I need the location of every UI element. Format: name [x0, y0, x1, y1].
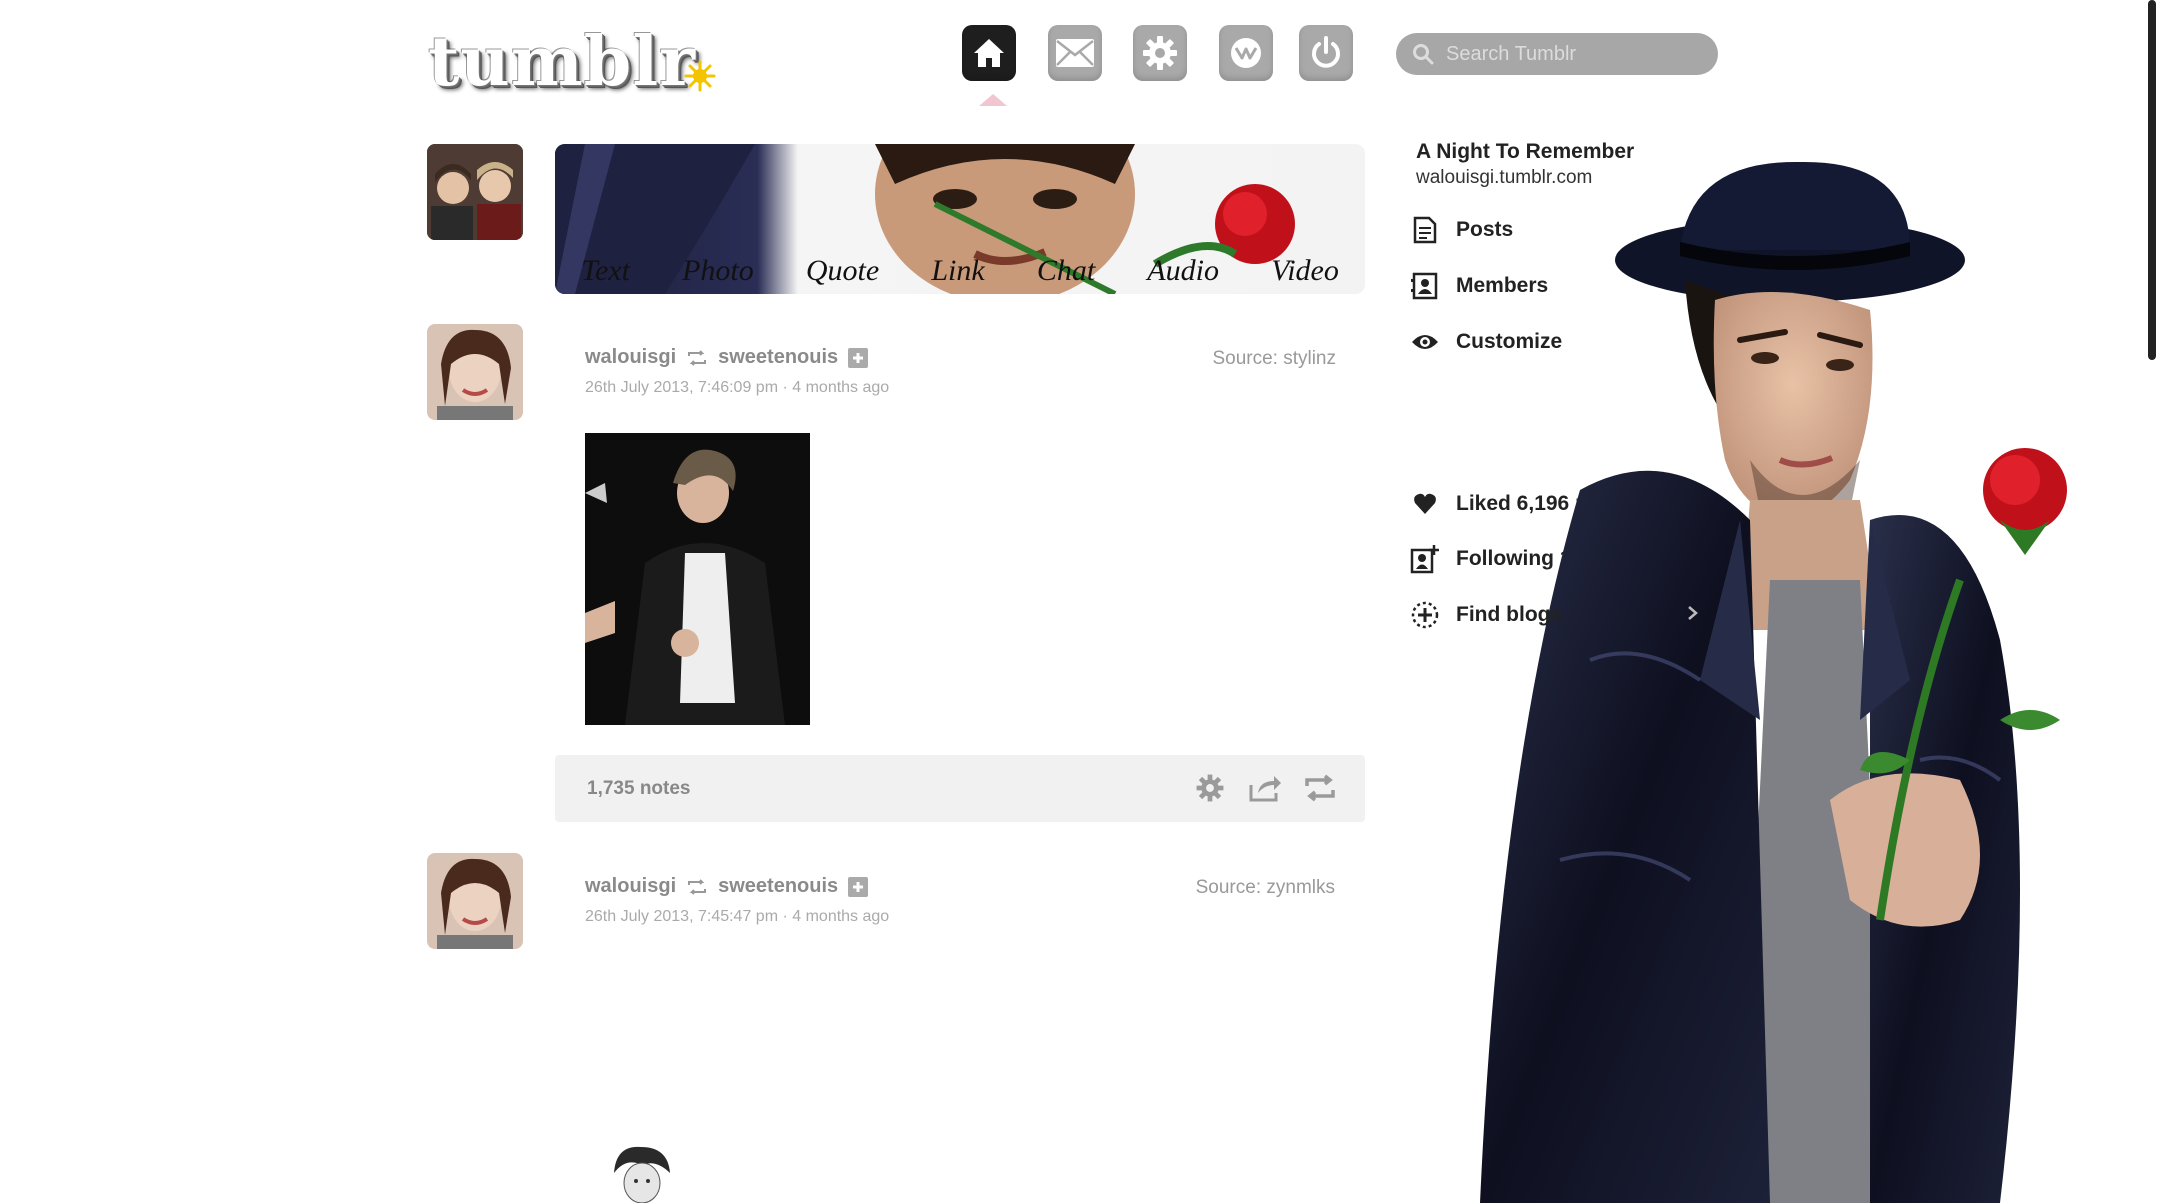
post-source[interactable]: Source: stylinz — [1212, 348, 1336, 370]
home-icon — [974, 39, 1004, 67]
post-type-video[interactable]: Video — [1271, 254, 1339, 288]
post-type-text[interactable]: Text — [581, 254, 630, 288]
background-photo — [1480, 161, 2067, 1203]
post-type-chat[interactable]: Chat — [1037, 254, 1095, 288]
post-type-quote[interactable]: Quote — [806, 254, 879, 288]
post-date[interactable]: 26th July 2013, 7:46:09 pm · 4 months ag… — [585, 379, 889, 397]
post-source[interactable]: Source: zynmlks — [1196, 877, 1335, 899]
sun-icon — [684, 60, 716, 92]
reblog-button[interactable] — [1303, 771, 1337, 805]
avatar-photo — [427, 853, 523, 949]
post-author-avatar[interactable] — [427, 853, 523, 949]
reblogged-from[interactable]: sweetenouis — [718, 346, 838, 369]
add-contact-icon — [1410, 545, 1439, 574]
post-author-avatar[interactable] — [427, 324, 523, 420]
active-nav-indicator — [979, 94, 1007, 106]
compass-icon — [1411, 601, 1439, 629]
home-button[interactable] — [962, 25, 1016, 81]
post-photo-image — [585, 433, 810, 725]
post-photo[interactable] — [585, 433, 810, 725]
post-photo-partial[interactable] — [606, 1143, 676, 1203]
gear-icon — [1143, 36, 1177, 70]
logout-button[interactable] — [1299, 25, 1353, 81]
share-icon — [1249, 776, 1281, 802]
notes-count[interactable]: 1,735 notes — [587, 778, 691, 800]
reblog-icon — [1305, 774, 1335, 802]
reblog-icon — [688, 349, 707, 366]
post-meta: walouisgi sweetenouis — [585, 346, 869, 369]
tumblr-logo[interactable]: tumblr — [428, 22, 696, 102]
reblog-icon — [688, 878, 707, 895]
heart-icon — [1414, 493, 1436, 514]
page-scrollbar[interactable] — [2148, 0, 2156, 360]
search-input[interactable] — [1444, 41, 1708, 67]
avatar-photo — [427, 324, 523, 420]
post-settings-button[interactable] — [1193, 771, 1227, 805]
messages-button[interactable] — [1048, 25, 1102, 81]
post-type-audio[interactable]: Audio — [1147, 254, 1219, 288]
avatar-photo — [427, 144, 523, 240]
post-date[interactable]: 26th July 2013, 7:45:47 pm · 4 months ag… — [585, 908, 889, 926]
gear-icon — [1196, 774, 1224, 802]
post-photo-image — [614, 1146, 670, 1203]
post-type-list: Text Photo Quote Link Chat Audio Video — [555, 254, 1365, 288]
chevron-right-icon[interactable] — [1685, 604, 1701, 622]
settings-button[interactable] — [1133, 25, 1187, 81]
post-footer: 1,735 notes — [555, 755, 1365, 822]
post-author[interactable]: walouisgi — [585, 875, 676, 898]
search-bar[interactable] — [1396, 33, 1718, 75]
eye-icon — [1412, 335, 1438, 349]
sidebar-item-label: Find blogs — [1456, 603, 1563, 626]
post-type-photo[interactable]: Photo — [682, 254, 754, 288]
power-icon — [1312, 36, 1340, 68]
document-icon — [1413, 216, 1437, 244]
follow-plus-icon[interactable] — [848, 876, 869, 897]
sidebar-item-find-blogs[interactable]: Find blogs — [1410, 600, 1562, 630]
activity-button[interactable] — [1219, 25, 1273, 81]
post-type-bar: Text Photo Quote Link Chat Audio Video — [555, 144, 1365, 294]
search-icon — [1413, 44, 1434, 65]
user-avatar[interactable] — [427, 144, 523, 240]
activity-icon — [1231, 38, 1261, 68]
post-author[interactable]: walouisgi — [585, 346, 676, 369]
post-type-link[interactable]: Link — [931, 254, 984, 288]
reblogged-from[interactable]: sweetenouis — [718, 875, 838, 898]
post-meta: walouisgi sweetenouis — [585, 875, 869, 898]
members-icon — [1411, 272, 1438, 300]
envelope-icon — [1056, 39, 1094, 67]
share-button[interactable] — [1248, 771, 1282, 805]
follow-plus-icon[interactable] — [848, 347, 869, 368]
